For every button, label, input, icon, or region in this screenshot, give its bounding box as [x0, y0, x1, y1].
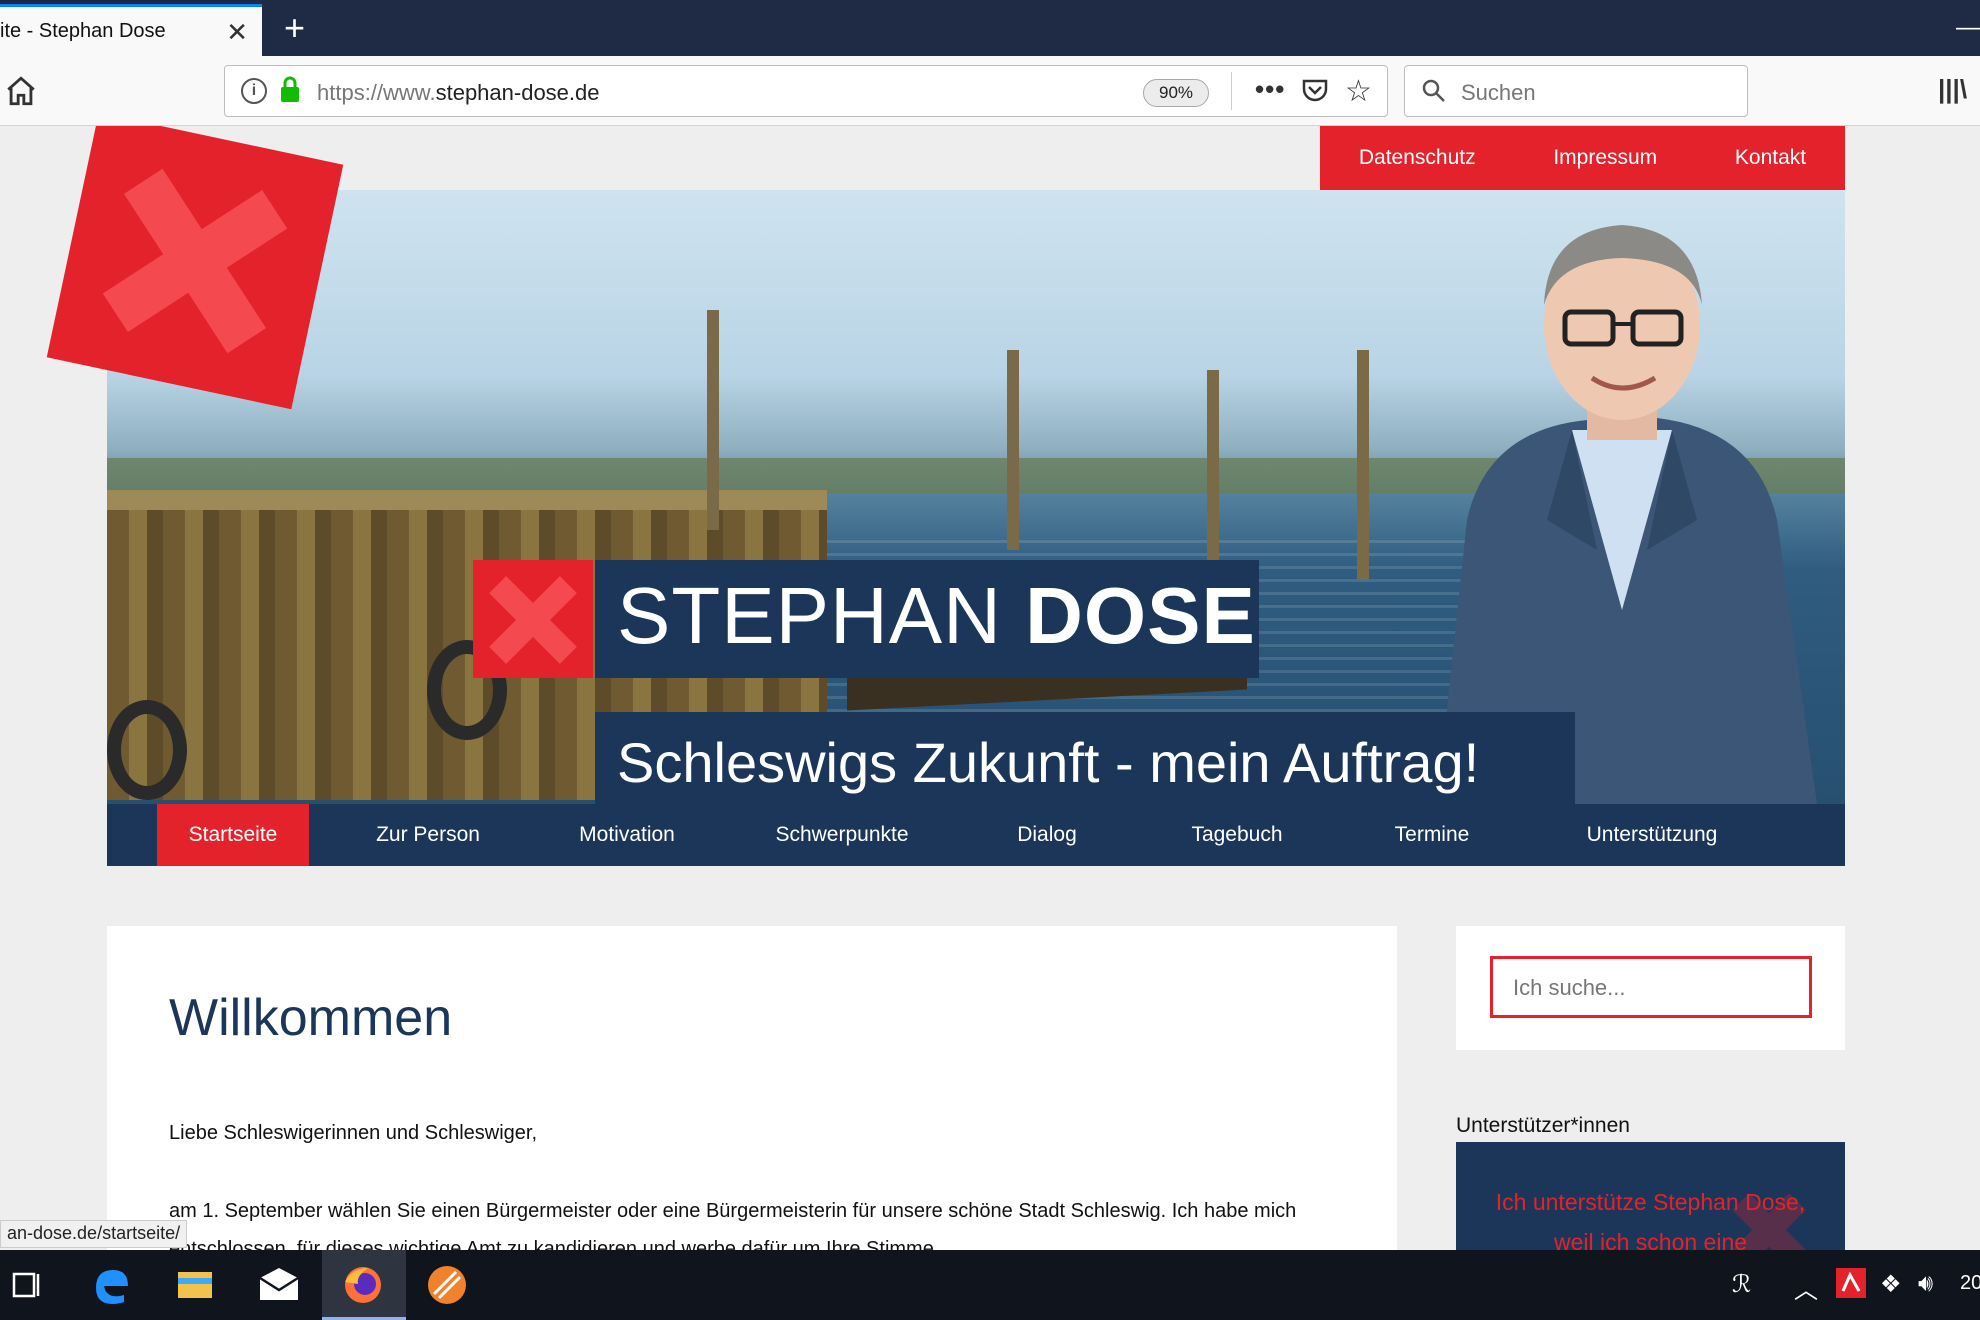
url-separator	[1231, 72, 1232, 110]
tab-title: ite - Stephan Dose	[0, 20, 166, 42]
hero-banner: STEPHAN DOSE Schleswigs Zukunft - mein A…	[107, 190, 1845, 804]
small-logo-mark	[473, 560, 593, 678]
main-navigation: Startseite Zur Person Motivation Schwerp…	[107, 804, 1845, 866]
browser-tab-strip: ite - Stephan Dose ✕ + —	[0, 0, 1980, 56]
browser-toolbar: i https://www.stephan-dose.de 90% ••• ☆ …	[0, 56, 1980, 126]
url-host: stephan-dose.de	[435, 80, 600, 105]
supporters-heading: Unterstützer*innen	[1456, 1114, 1630, 1137]
supporter-quote-box: ✖ Ich unterstütze Stephan Dose, weil ich…	[1456, 1142, 1845, 1250]
url-text[interactable]: https://www.stephan-dose.de	[317, 80, 600, 106]
hero-post	[1207, 370, 1219, 560]
web-page: Datenschutz Impressum Kontakt STEPHAN DO…	[0, 126, 1980, 1250]
search-icon	[1422, 79, 1445, 102]
library-icon[interactable]: |||\	[1938, 74, 1967, 105]
top-menu-impressum[interactable]: Impressum	[1553, 146, 1657, 170]
info-icon[interactable]: i	[241, 78, 267, 104]
nav-zur-person[interactable]: Zur Person	[343, 804, 513, 866]
nav-dialog[interactable]: Dialog	[977, 804, 1117, 866]
firefox-icon[interactable]	[340, 1262, 386, 1308]
lock-icon[interactable]	[279, 76, 301, 104]
red-app-tray-icon[interactable]	[1834, 1266, 1868, 1300]
task-view-icon[interactable]	[4, 1262, 50, 1308]
nav-startseite[interactable]: Startseite	[157, 804, 309, 866]
top-menu-kontakt[interactable]: Kontakt	[1735, 146, 1806, 170]
hero-slogan-box: Schleswigs Zukunft - mein Auftrag!	[595, 712, 1575, 804]
pocket-icon[interactable]	[1301, 78, 1329, 104]
page-title: Willkommen	[169, 989, 453, 1047]
clock[interactable]: 20	[1960, 1272, 1980, 1295]
window-minimize-button[interactable]: —	[1956, 14, 1980, 42]
file-explorer-icon[interactable]	[172, 1262, 218, 1308]
hero-post	[707, 310, 719, 530]
tray-chevron-up-icon[interactable]: ︿	[1794, 1270, 1818, 1305]
dropbox-icon[interactable]: ❖	[1880, 1270, 1902, 1299]
edge-browser-icon[interactable]	[88, 1262, 134, 1308]
volume-icon[interactable]: 🔊︎	[1918, 1270, 1933, 1298]
hero-post	[1357, 350, 1369, 580]
zoom-level-badge[interactable]: 90%	[1143, 79, 1209, 107]
hero-title-bold: DOSE	[1025, 571, 1256, 660]
search-placeholder: Suchen	[1461, 80, 1536, 105]
os-taskbar: ℛ ︿ ❖ 🔊︎ 20	[0, 1250, 1980, 1320]
sidebar-search-widget: Ich suche...	[1456, 926, 1845, 1050]
hero-slogan: Schleswigs Zukunft - mein Auftrag!	[617, 731, 1480, 794]
nav-motivation[interactable]: Motivation	[547, 804, 707, 866]
hero-title: STEPHAN DOSE	[617, 570, 1256, 662]
new-tab-button[interactable]: +	[284, 4, 305, 52]
hero-title-box: STEPHAN DOSE	[595, 560, 1259, 678]
intro-paragraph: am 1. September wählen Sie einen Bürgerm…	[169, 1200, 1297, 1250]
nav-schwerpunkte[interactable]: Schwerpunkte	[747, 804, 937, 866]
nav-unterstuetzung[interactable]: Unterstützung	[1547, 804, 1757, 866]
mail-icon[interactable]	[256, 1262, 302, 1308]
home-icon[interactable]	[4, 74, 38, 108]
browser-search-box[interactable]: Suchen	[1404, 65, 1748, 117]
greeting-text: Liebe Schleswigerinnen und Schleswiger,	[169, 1122, 538, 1144]
top-menu: Datenschutz Impressum Kontakt	[1320, 126, 1845, 190]
browser-tab[interactable]: ite - Stephan Dose ✕	[0, 4, 262, 56]
tab-close-icon[interactable]: ✕	[226, 17, 248, 48]
hero-post	[1007, 350, 1019, 550]
nav-termine[interactable]: Termine	[1357, 804, 1507, 866]
site-logo[interactable]	[46, 126, 344, 410]
bookmark-star-icon[interactable]: ☆	[1345, 74, 1372, 109]
hero-tire	[107, 700, 187, 800]
supporter-quote: Ich unterstütze Stephan Dose, weil ich s…	[1495, 1189, 1806, 1250]
address-bar[interactable]: i https://www.stephan-dose.de 90% ••• ☆	[224, 65, 1388, 117]
sidebar-search-input[interactable]: Ich suche...	[1490, 956, 1812, 1018]
hero-title-first: STEPHAN	[617, 571, 1026, 660]
main-content: Willkommen Liebe Schleswigerinnen und Sc…	[107, 926, 1397, 1250]
nav-tagebuch[interactable]: Tagebuch	[1157, 804, 1317, 866]
link-status-url: an-dose.de/startseite/	[0, 1220, 188, 1248]
page-actions-icon[interactable]: •••	[1255, 74, 1285, 105]
sidebar-search-placeholder: Ich suche...	[1513, 975, 1626, 1000]
sketch-app-icon[interactable]	[424, 1262, 470, 1308]
url-scheme: https://www.	[317, 80, 436, 105]
top-menu-datenschutz[interactable]: Datenschutz	[1359, 146, 1476, 170]
people-icon[interactable]: ℛ	[1732, 1270, 1751, 1299]
